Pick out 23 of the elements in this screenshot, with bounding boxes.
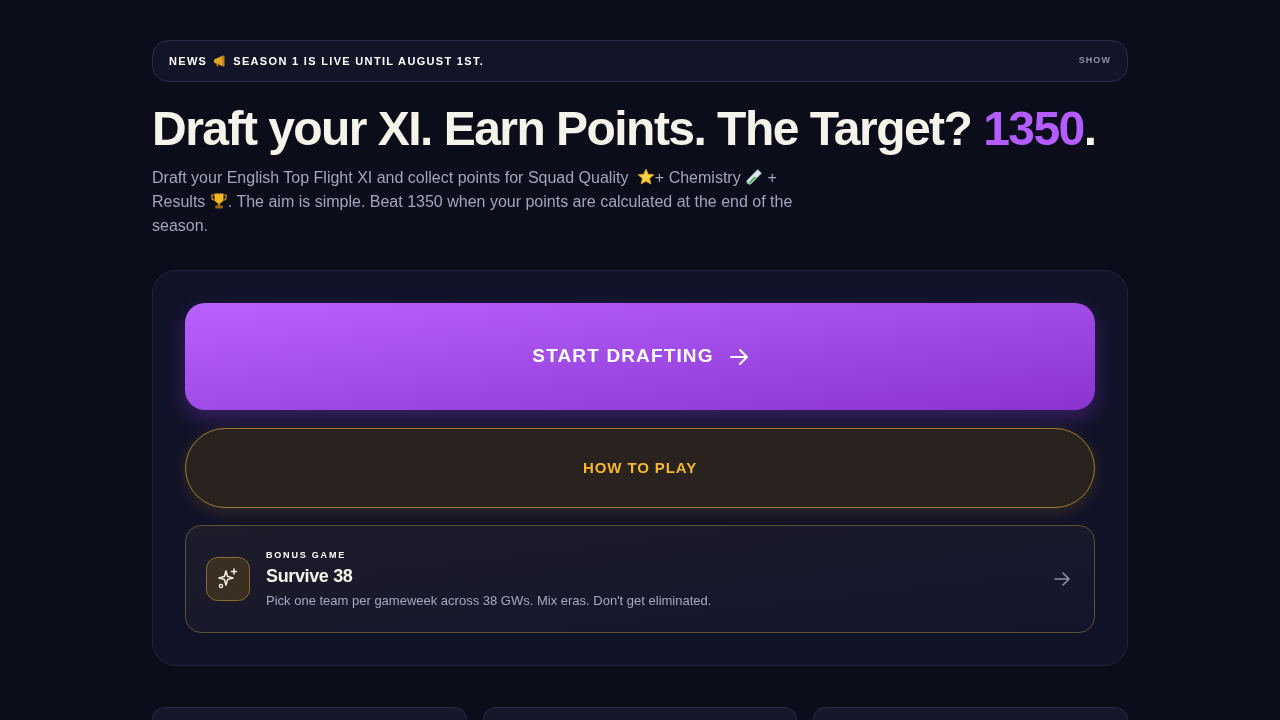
- bonus-game-description: Pick one team per gameweek across 38 GWs. Mix eras. Don't get eliminated.: [266, 591, 713, 610]
- intro-text: +: [767, 169, 777, 186]
- news-message: SEASON 1 IS LIVE UNTIL AUGUST 1ST.: [233, 53, 485, 69]
- trophy-icon: [209, 192, 228, 210]
- start-drafting-button[interactable]: START DRAFTING: [185, 303, 1095, 410]
- intro-text: season.: [152, 217, 209, 234]
- intro-text: + Chemistry: [654, 169, 741, 186]
- test-tube-icon: [745, 168, 764, 186]
- intro-text: Draft your English Top Flight XI and collect points for Squad Quality: [152, 169, 629, 186]
- bonus-game-label: BONUS GAME: [266, 548, 347, 561]
- bonus-game-title: Survive 38: [266, 564, 354, 587]
- bonus-game-card[interactable]: BONUS GAME Survive 38 Pick one team per gameweek across 38 GWs. Mix eras. Don't get eliminated.: [185, 525, 1095, 633]
- megaphone-icon: [213, 55, 228, 67]
- star-icon: [636, 168, 655, 186]
- how-to-play-button[interactable]: HOW TO PLAY: [185, 428, 1095, 508]
- intro-text: . The aim is simple. Beat 1350 when your points are calculated at the end of the: [227, 193, 793, 210]
- arrow-right-icon: [729, 348, 748, 365]
- arrow-right-icon: [1054, 572, 1070, 586]
- page-heading: Draft your XI. Earn Points. The Target? 1350.: [152, 102, 1097, 156]
- intro-text: Results: [152, 193, 206, 210]
- news-label: NEWS: [169, 53, 208, 69]
- show-toggle[interactable]: SHOW: [1078, 54, 1111, 68]
- sparkles-icon: [206, 557, 250, 601]
